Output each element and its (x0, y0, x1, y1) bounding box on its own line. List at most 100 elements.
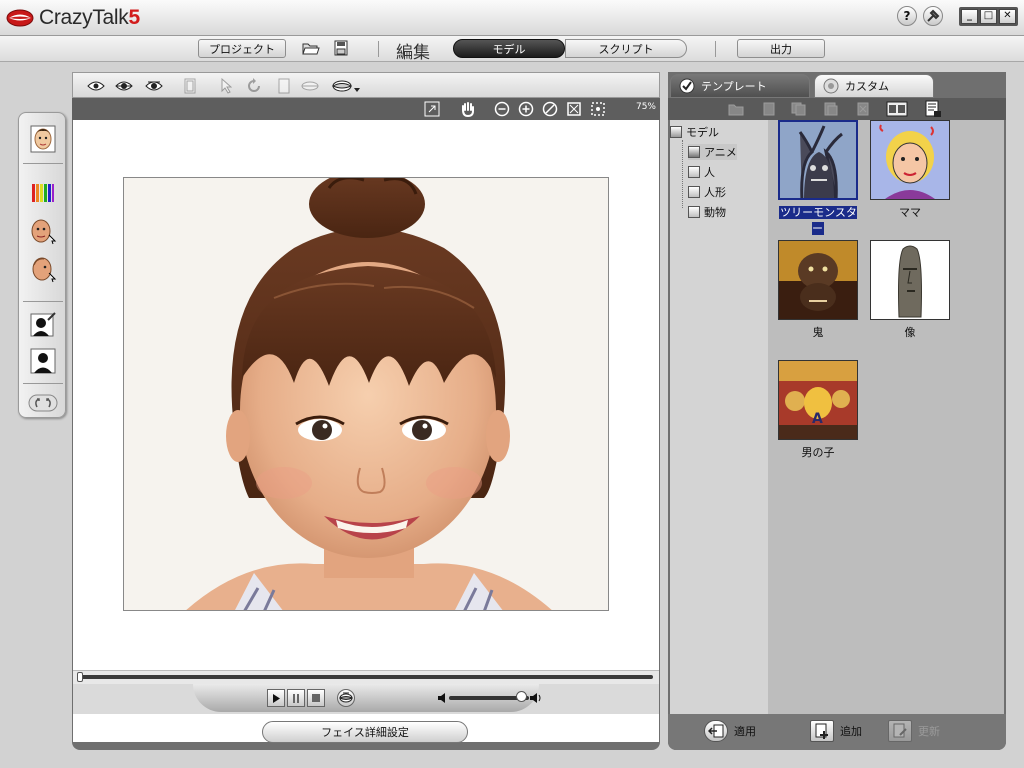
folder-selected-icon (688, 146, 700, 158)
zoom-reset-icon[interactable] (542, 101, 558, 117)
page-icon[interactable] (275, 77, 293, 95)
apply-button[interactable]: 適用 (704, 720, 756, 742)
play-button[interactable] (267, 689, 285, 707)
folder-icon (688, 186, 700, 198)
tree-item-label: アニメ (704, 146, 737, 159)
face-photo[interactable] (123, 177, 609, 611)
hand-pan-icon[interactable] (460, 101, 476, 117)
view-toolbar: 75% (72, 98, 660, 120)
tree-item-human[interactable]: 人 (688, 164, 715, 180)
fit-screen-icon[interactable] (566, 101, 582, 117)
fit-window-icon[interactable] (424, 101, 440, 117)
timeline-scrubber[interactable] (77, 672, 83, 682)
edit-heading: 編集 (396, 43, 430, 63)
face-fitting-icon[interactable] (29, 217, 57, 245)
tab-model[interactable]: モデル (453, 39, 565, 58)
open-folder-icon[interactable] (302, 40, 320, 56)
tree-item-doll[interactable]: 人形 (688, 184, 726, 200)
radio-icon (823, 78, 839, 94)
thumbnail-boy[interactable]: A (778, 360, 858, 440)
eye-half-icon[interactable] (115, 77, 133, 95)
mouth-icon[interactable] (301, 77, 319, 95)
face-orientation-icon[interactable] (29, 255, 57, 283)
lip-sync-icon[interactable] (337, 689, 355, 707)
tab-template-label: テンプレート (701, 80, 767, 93)
volume-high-icon (530, 693, 541, 703)
face-settings-button[interactable]: フェイス詳細設定 (262, 721, 468, 743)
project-button[interactable]: プロジェクト (198, 39, 286, 58)
eye-open-icon[interactable] (87, 77, 105, 95)
delete-file-icon[interactable] (760, 101, 778, 117)
pointer-icon[interactable] (217, 77, 235, 95)
library-save-icon[interactable] (924, 100, 942, 117)
thumbnail-statue[interactable] (870, 240, 950, 320)
child-face-image (124, 178, 608, 610)
tools-icon[interactable] (923, 6, 943, 26)
timeline-track[interactable] (79, 675, 653, 679)
thumbnail-label: ママ (899, 206, 921, 219)
thumbnail-label: 像 (904, 326, 916, 339)
playback-bar (73, 684, 659, 714)
output-button[interactable]: 出力 (737, 39, 825, 58)
tree-root-model[interactable]: モデル (670, 124, 719, 140)
color-adjust-icon[interactable] (29, 179, 57, 207)
app-name: CrazyTalk (39, 6, 129, 29)
tree-item-animal[interactable]: 動物 (688, 204, 726, 220)
add-icon (810, 720, 834, 742)
pause-button[interactable] (287, 689, 305, 707)
zoom-in-icon[interactable] (518, 101, 534, 117)
background-icon[interactable] (29, 347, 57, 375)
tab-custom[interactable]: カスタム (814, 74, 934, 98)
mask-edit-icon[interactable] (29, 311, 57, 339)
add-button[interactable]: 追加 (810, 720, 862, 742)
tree-item-label: 人形 (704, 186, 726, 199)
thumbnail-tree-monster[interactable] (778, 120, 858, 200)
help-button[interactable]: ? (897, 6, 917, 26)
apply-icon (704, 720, 728, 742)
save-icon[interactable] (332, 40, 350, 56)
tree-item-label: 人 (704, 166, 715, 179)
copy-icon[interactable] (790, 101, 808, 117)
actual-size-icon[interactable] (590, 101, 606, 117)
thumbnail-oni[interactable] (778, 240, 858, 320)
volume-knob[interactable] (516, 691, 527, 702)
checkmark-icon (679, 78, 695, 94)
tab-template[interactable]: テンプレート (670, 74, 810, 98)
close-icon[interactable]: ✕ (999, 8, 1016, 24)
rotate-icon[interactable] (245, 77, 263, 95)
thumbnail-mama[interactable] (870, 120, 950, 200)
thumbnail-label: 鬼 (812, 326, 824, 339)
folder-icon (688, 206, 700, 218)
canvas-area[interactable] (73, 120, 659, 742)
timeline[interactable] (73, 670, 659, 684)
zoom-out-icon[interactable] (494, 101, 510, 117)
thumbnail-view-icon[interactable] (886, 101, 908, 117)
update-button[interactable]: 更新 (888, 720, 940, 742)
undo-redo-icon[interactable] (28, 389, 58, 417)
stop-button[interactable] (307, 689, 325, 707)
title-bar: CrazyTalk 5 ? _ □ ✕ (0, 0, 1024, 36)
face-import-icon[interactable] (29, 125, 57, 153)
add-label: 追加 (840, 725, 862, 738)
lips-logo-icon (6, 9, 34, 27)
layer-icon[interactable] (181, 77, 199, 95)
app-logo: CrazyTalk 5 (6, 6, 140, 30)
eye-detail-icon[interactable] (145, 77, 163, 95)
minimize-icon[interactable]: _ (961, 8, 978, 24)
remove-icon[interactable] (854, 101, 872, 117)
app-version: 5 (128, 6, 141, 29)
thumbnail-label: 男の子 (801, 446, 835, 459)
editor-panel: 75% フェイス詳細設定 (72, 72, 660, 750)
playback-controls (193, 684, 541, 712)
library-panel: テンプレート カスタム モデル アニメ 人 人形 動物 ツリーモンスター ママ … (668, 72, 1006, 750)
svg-text:A: A (812, 411, 823, 427)
main-nav: プロジェクト 編集 モデル スクリプト 出力 (0, 36, 1024, 63)
library-actions: 適用 追加 更新 (668, 714, 1006, 750)
tree-item-anime[interactable]: アニメ (688, 144, 737, 160)
tab-script[interactable]: スクリプト (565, 39, 687, 58)
lips-dropdown-icon[interactable] (331, 77, 361, 95)
open-folder-icon[interactable] (728, 101, 746, 117)
thumbnail-label: ツリーモンスター (779, 206, 857, 235)
paste-icon[interactable] (822, 101, 840, 117)
maximize-icon[interactable]: □ (980, 8, 997, 24)
